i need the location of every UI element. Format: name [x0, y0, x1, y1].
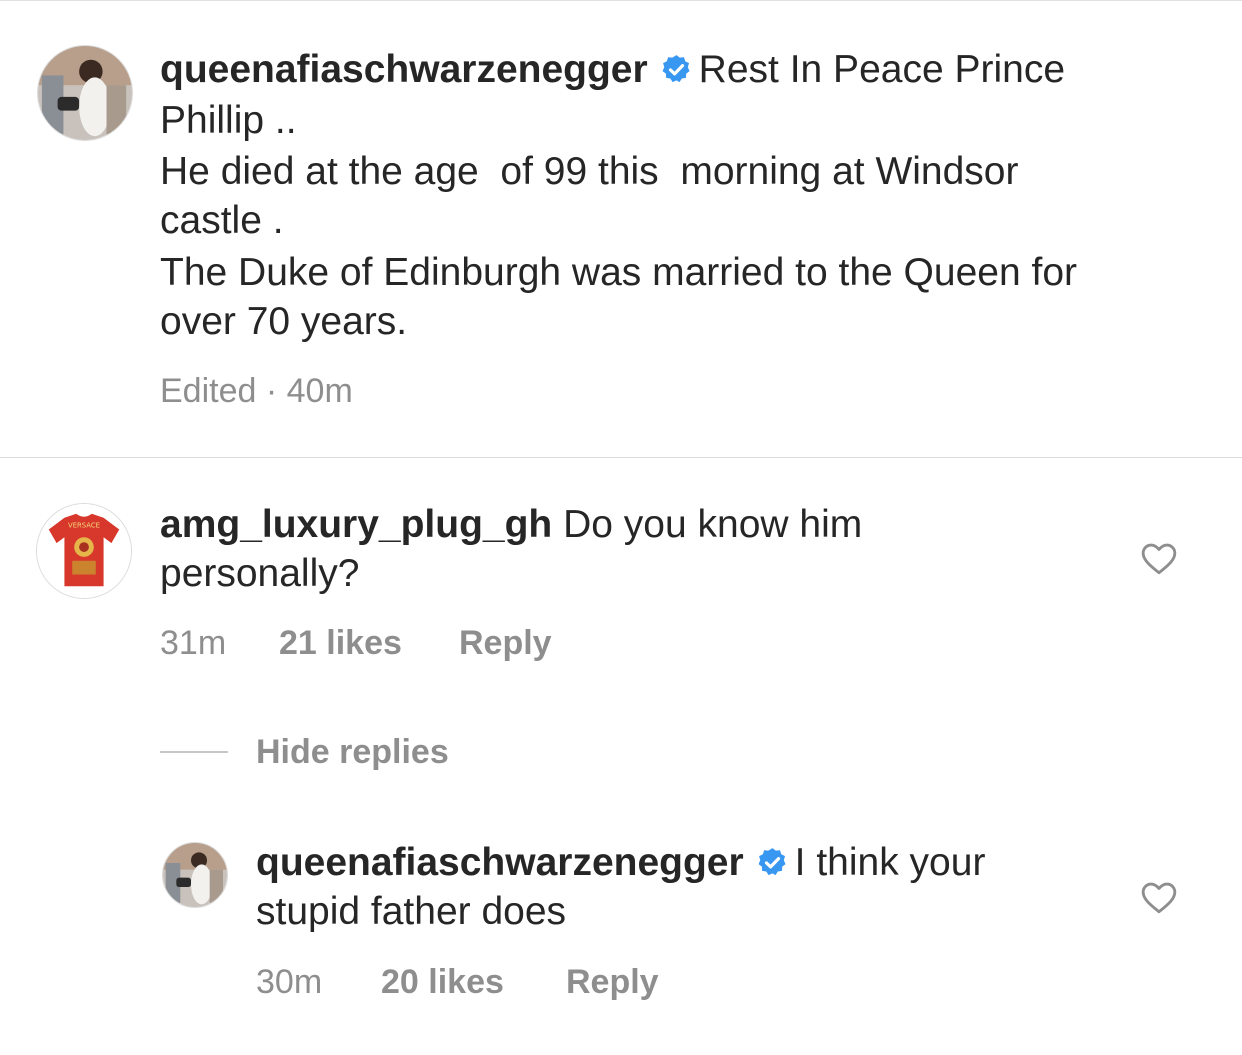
reply-reply-button[interactable]: Reply	[566, 962, 659, 1002]
caption-divider	[0, 457, 1242, 458]
hide-replies-line	[160, 751, 228, 753]
reply-line-1: queenafiaschwarzenegger I think your	[256, 838, 985, 888]
reply-likes-count[interactable]: 20 likes	[381, 962, 504, 1002]
reply-text-1: I think your	[794, 841, 986, 884]
caption-username[interactable]: queenafiaschwarzenegger	[160, 48, 648, 91]
avatar-tshirt-image: VERSACE	[37, 504, 131, 598]
reply-text-2: stupid father does	[256, 890, 567, 933]
comment-likes-count[interactable]: 21 likes	[279, 623, 402, 663]
comment-line-1: amg_luxury_plug_gh Do you know him	[160, 500, 862, 550]
reply-username[interactable]: queenafiaschwarzenegger	[256, 841, 744, 884]
reply-time: 30m	[256, 963, 323, 1001]
avatar-caption-author[interactable]	[37, 45, 133, 141]
reply-meta: 30m 20 likes Reply	[256, 962, 756, 1002]
caption-text-6: over 70 years.	[160, 300, 408, 343]
caption-line-1: queenafiaschwarzenegger Rest In Peace Pri…	[160, 44, 1065, 95]
hide-replies-button[interactable]: Hide replies	[256, 732, 449, 772]
caption-text-5: The Duke of Edinburgh was married to the…	[160, 251, 1077, 294]
avatar-brand-text: VERSACE	[68, 522, 100, 530]
comment-reply-button[interactable]: Reply	[459, 623, 552, 663]
caption-text-1: Rest In Peace Prince	[698, 48, 1066, 91]
caption-edited-time: Edited · 40m	[160, 372, 353, 410]
avatar-reply-author[interactable]	[162, 842, 228, 908]
comment-text-1: Do you know him	[563, 503, 863, 546]
verified-badge-icon	[660, 53, 693, 86]
comment-text-2: personally?	[160, 552, 360, 595]
caption-text-2: Phillip ..	[160, 99, 297, 142]
avatar-photo-small	[163, 843, 227, 907]
verified-badge-icon	[756, 846, 789, 879]
reply-like-heart-icon[interactable]	[1140, 879, 1178, 915]
comment-meta: 31m 21 likes Reply	[160, 623, 660, 663]
avatar-photo	[38, 46, 132, 140]
comment-like-heart-icon[interactable]	[1140, 540, 1178, 576]
top-border	[0, 0, 1242, 1]
caption-text-3: He died at the age of 99 this morning at…	[160, 150, 1019, 193]
caption-text-4: castle .	[160, 199, 284, 242]
comment-username[interactable]: amg_luxury_plug_gh	[160, 503, 552, 546]
avatar-commenter[interactable]: VERSACE	[36, 503, 132, 599]
comment-time: 31m	[160, 624, 227, 662]
